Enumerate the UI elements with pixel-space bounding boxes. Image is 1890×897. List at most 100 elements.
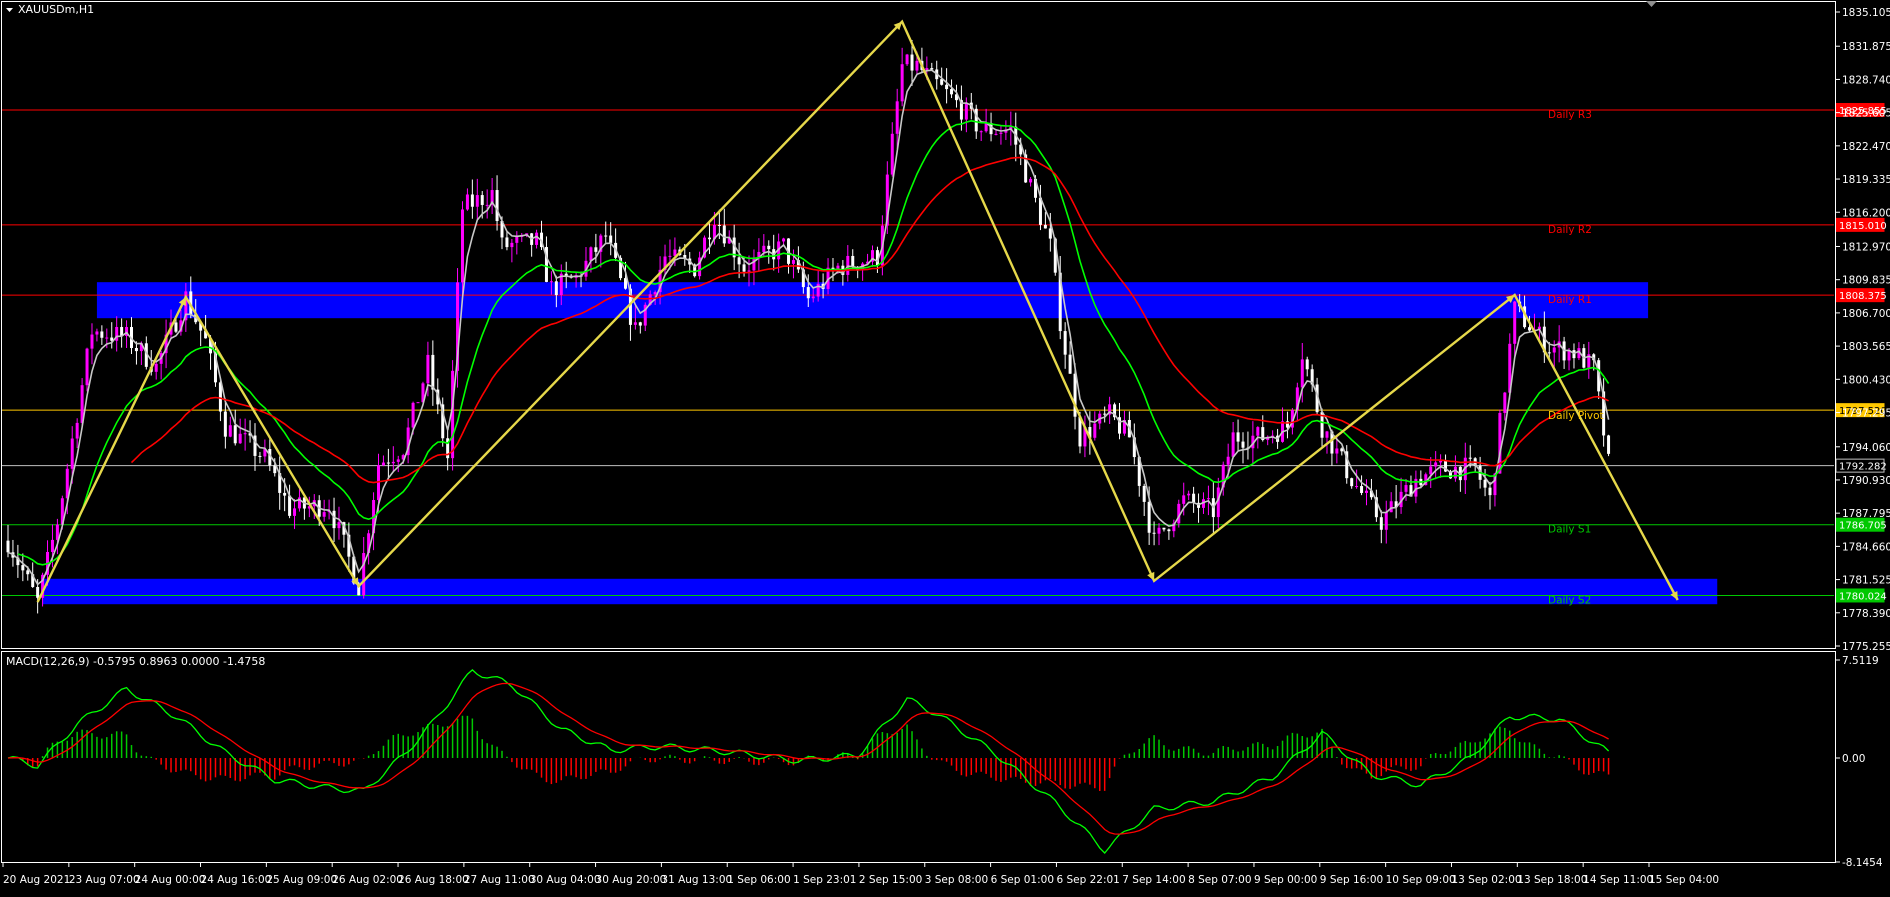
candle-body bbox=[851, 255, 855, 267]
candle-body bbox=[1231, 432, 1235, 457]
candle-body bbox=[431, 354, 435, 390]
candle-body bbox=[1389, 501, 1393, 513]
time-tick-label: 7 Sep 14:00 bbox=[1122, 874, 1185, 886]
candle-body bbox=[505, 237, 509, 248]
candle-body bbox=[1350, 478, 1354, 487]
candle-body bbox=[594, 247, 598, 252]
price-tick-label: 1790.930 bbox=[1842, 475, 1890, 487]
candle-body bbox=[999, 132, 1003, 134]
time-tick-label: 2 Sep 15:00 bbox=[859, 874, 922, 886]
candle-body bbox=[386, 462, 390, 464]
trading-chart[interactable]: Daily R3 Daily R2 Daily R1 Daily Pivot Daily… bbox=[0, 0, 1890, 897]
candle-body bbox=[26, 570, 30, 575]
price-tick-label: 1781.525 bbox=[1842, 575, 1890, 587]
candle-body bbox=[554, 281, 558, 296]
time-tick-label: 8 Sep 07:00 bbox=[1188, 874, 1251, 886]
time-tick-label: 9 Sep 00:00 bbox=[1254, 874, 1317, 886]
price-tick-label: 1806.700 bbox=[1842, 308, 1890, 320]
candle-body bbox=[381, 462, 385, 466]
candle-body bbox=[1335, 448, 1339, 454]
candle-body bbox=[475, 195, 479, 207]
time-tick-label: 13 Sep 18:00 bbox=[1517, 874, 1587, 886]
candle-body bbox=[105, 337, 109, 339]
candle-body bbox=[243, 433, 247, 435]
candle-body bbox=[638, 322, 642, 326]
candle-body bbox=[510, 242, 514, 248]
price-tick-label: 1812.970 bbox=[1842, 241, 1890, 253]
candle-body bbox=[925, 68, 929, 70]
candle-body bbox=[21, 565, 25, 571]
candle-body bbox=[1439, 460, 1443, 463]
candle-body bbox=[36, 587, 40, 598]
candle-body bbox=[1404, 485, 1408, 492]
candle-body bbox=[806, 287, 810, 299]
macd-tick-label: 7.5119 bbox=[1842, 655, 1879, 667]
candle-body bbox=[707, 237, 711, 240]
price-tick-label: 1819.335 bbox=[1842, 174, 1890, 186]
time-tick-label: 24 Aug 16:00 bbox=[201, 874, 272, 886]
candle-body bbox=[426, 354, 430, 384]
time-tick-label: 14 Sep 11:00 bbox=[1583, 874, 1653, 886]
level-price-label: 1808.375 bbox=[1839, 291, 1887, 302]
candle-body bbox=[1192, 493, 1196, 503]
candle-body bbox=[1607, 435, 1611, 454]
candle-body bbox=[1103, 413, 1107, 415]
candle-body bbox=[1093, 423, 1097, 438]
time-tick-label: 6 Sep 01:00 bbox=[991, 874, 1054, 886]
candle-body bbox=[549, 281, 553, 283]
candle-body bbox=[1226, 456, 1230, 465]
level-price-label: 1815.010 bbox=[1839, 221, 1887, 232]
candle-body bbox=[747, 270, 751, 272]
candle-body bbox=[322, 512, 326, 517]
candle-body bbox=[1355, 486, 1359, 488]
candle-body bbox=[1152, 532, 1156, 534]
candle-body bbox=[288, 495, 292, 516]
candle-body bbox=[100, 331, 104, 338]
candle-body bbox=[910, 54, 914, 71]
time-tick-label: 9 Sep 16:00 bbox=[1320, 874, 1383, 886]
candle-body bbox=[1029, 178, 1033, 183]
candle-body bbox=[535, 232, 539, 245]
candle-body bbox=[1043, 224, 1047, 229]
candle-body bbox=[396, 459, 400, 462]
candle-body bbox=[609, 235, 613, 243]
candle-body bbox=[767, 245, 771, 250]
candle-body bbox=[737, 257, 741, 265]
candle-body bbox=[1068, 354, 1072, 374]
price-tick-label: 1794.060 bbox=[1842, 442, 1890, 454]
price-tick-label: 1775.255 bbox=[1842, 641, 1890, 653]
candle-body bbox=[905, 54, 909, 65]
candle-body bbox=[258, 455, 262, 457]
level-name-label: Daily R3 bbox=[1548, 109, 1592, 121]
supply-demand-zone-0 bbox=[96, 282, 1649, 319]
candle-body bbox=[752, 257, 756, 271]
time-tick-label: 24 Aug 00:00 bbox=[135, 874, 206, 886]
price-tick-label: 1803.565 bbox=[1842, 341, 1890, 353]
time-tick-label: 27 Aug 11:00 bbox=[464, 874, 535, 886]
macd-tick-label: 0.00 bbox=[1842, 753, 1865, 765]
candle-body bbox=[1325, 431, 1329, 438]
candle-body bbox=[782, 238, 786, 242]
candle-body bbox=[337, 522, 341, 529]
price-pane[interactable]: Daily R3 Daily R2 Daily R1 Daily Pivot Daily… bbox=[2, 19, 1834, 614]
price-tick-label: 1797.295 bbox=[1842, 408, 1890, 420]
candle-body bbox=[589, 247, 593, 261]
candle-body bbox=[75, 422, 79, 439]
candle-body bbox=[332, 510, 336, 529]
candle-body bbox=[633, 322, 637, 325]
time-tick-label: 10 Sep 09:00 bbox=[1386, 874, 1456, 886]
supply-demand-zone-1 bbox=[42, 578, 1718, 605]
time-tick-label: 31 Aug 13:00 bbox=[661, 874, 732, 886]
candle-body bbox=[1241, 441, 1245, 448]
candle-body bbox=[653, 292, 657, 295]
candle-body bbox=[1187, 493, 1191, 496]
candle-body bbox=[293, 508, 297, 516]
candle-body bbox=[283, 492, 287, 496]
candle-body bbox=[416, 402, 420, 404]
candle-body bbox=[1162, 527, 1166, 530]
candle-body bbox=[717, 224, 721, 226]
price-tick-label: 1800.430 bbox=[1842, 374, 1890, 386]
candle-body bbox=[470, 194, 474, 207]
candle-body bbox=[1483, 479, 1487, 488]
price-tick-label: 1809.835 bbox=[1842, 275, 1890, 287]
